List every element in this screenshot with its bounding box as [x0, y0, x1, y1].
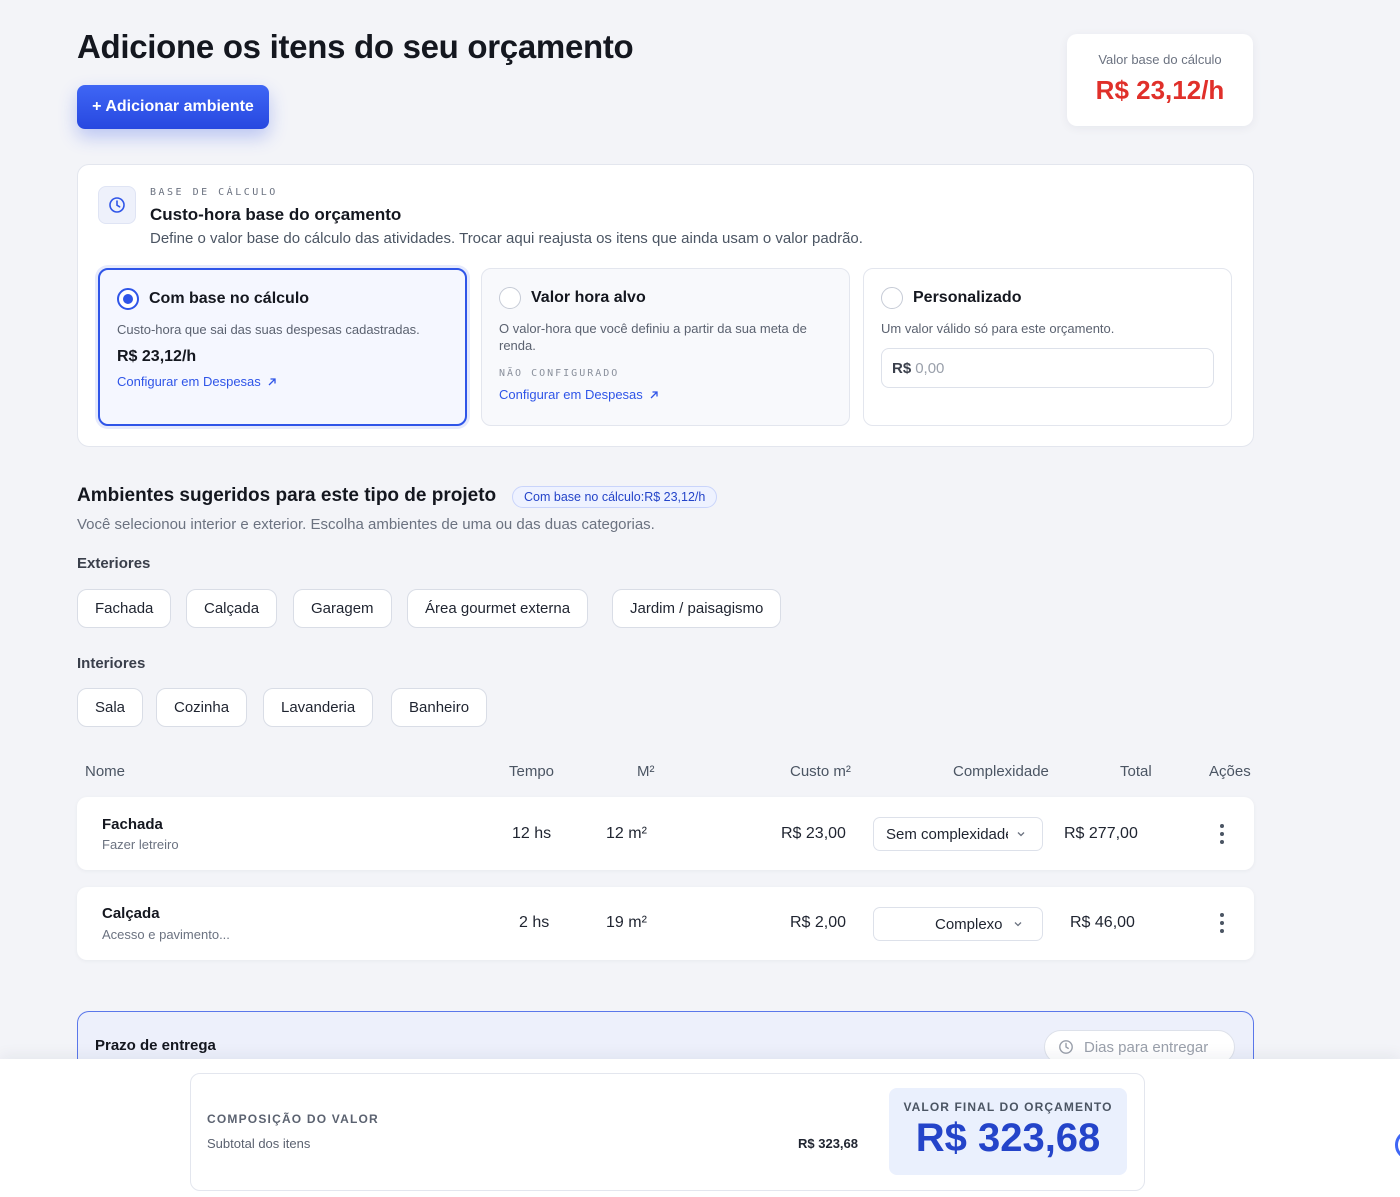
- option-price: R$ 23,12/h: [117, 348, 197, 365]
- more-vertical-icon[interactable]: [1214, 913, 1230, 933]
- chip-fachada[interactable]: Fachada: [77, 589, 172, 628]
- row-cost: R$ 2,00: [790, 914, 847, 931]
- complexity-select[interactable]: Complexo: [873, 907, 1043, 941]
- col-header-time: Tempo: [509, 763, 555, 780]
- interior-label: Interiores: [77, 655, 146, 672]
- final-value-label: VALOR FINAL DO ORÇAMENTO: [903, 1100, 1113, 1114]
- complexity-value: Complexo: [935, 915, 1003, 933]
- suggestions-title: Ambientes sugeridos para este tipo de pr…: [77, 485, 497, 506]
- exterior-label: Exteriores: [77, 555, 151, 572]
- chip-jardim[interactable]: Jardim / paisagismo: [612, 589, 782, 628]
- complexity-select[interactable]: Sem complexidade: [873, 817, 1043, 851]
- clock-icon: [1059, 1040, 1073, 1054]
- calc-title: Custo-hora base do orçamento: [150, 205, 402, 224]
- chip-sala[interactable]: Sala: [77, 688, 144, 727]
- chip-calcada[interactable]: Calçada: [186, 589, 278, 628]
- calc-description: Define o valor base do cálculo das ativi…: [150, 230, 863, 247]
- final-value-amount: R$ 323,68: [915, 1116, 1101, 1160]
- chip-garagem[interactable]: Garagem: [293, 589, 392, 628]
- col-header-cost: Custo m²: [790, 763, 851, 780]
- radio-unselected[interactable]: [499, 287, 521, 309]
- col-header-area: M²: [637, 763, 655, 780]
- custom-rate-input[interactable]: R$ 0,00: [881, 348, 1214, 388]
- row-name: Fachada: [102, 816, 163, 833]
- row-time: 12 hs: [512, 825, 552, 842]
- more-vertical-icon[interactable]: [1214, 824, 1230, 844]
- radio-unselected[interactable]: [881, 287, 903, 309]
- row-total: R$ 277,00: [1064, 825, 1138, 842]
- calc-eyebrow: BASE DE CÁLCULO: [150, 187, 278, 198]
- col-header-name: Nome: [85, 763, 126, 780]
- delivery-days-placeholder: Dias para entregar: [1084, 1038, 1209, 1056]
- option-description: Custo-hora que sai das suas despesas cad…: [117, 322, 420, 337]
- add-environment-button[interactable]: + Adicionar ambiente: [77, 85, 269, 129]
- chevron-down-icon: [1014, 922, 1021, 927]
- row-total: R$ 46,00: [1070, 914, 1135, 931]
- row-cost: R$ 23,00: [781, 825, 846, 842]
- calc-base-badge: Com base no cálculo:R$ 23,12/h: [512, 486, 718, 508]
- external-link-icon: [650, 390, 658, 398]
- composition-eyebrow: COMPOSIÇÃO DO VALOR: [207, 1112, 379, 1126]
- external-link-icon: [268, 377, 276, 385]
- complexity-value: Sem complexidade: [886, 825, 1008, 843]
- col-header-complexity: Complexidade: [953, 763, 1049, 780]
- chip-cozinha[interactable]: Cozinha: [156, 688, 248, 727]
- row-area: 19 m²: [606, 914, 647, 931]
- chip-lavanderia[interactable]: Lavanderia: [263, 688, 374, 727]
- row-description: Fazer letreiro: [102, 837, 179, 852]
- chip-area-gourmet[interactable]: Área gourmet externa: [407, 589, 589, 628]
- row-time: 2 hs: [519, 914, 550, 931]
- input-placeholder: 0,00: [915, 359, 945, 377]
- option-title: Valor hora alvo: [531, 289, 646, 306]
- option-description: O valor-hora que você definiu a partir d…: [499, 321, 807, 353]
- row-description: Acesso e pavimento...: [102, 927, 230, 942]
- base-value-label: Valor base do cálculo: [1098, 52, 1222, 67]
- chevron-down-icon: [1017, 832, 1025, 837]
- option-valor-hora-alvo[interactable]: Valor hora alvo O valor-hora que você de…: [481, 268, 850, 426]
- clock-icon: [98, 186, 136, 224]
- currency-prefix: R$: [892, 359, 912, 377]
- delivery-deadline-label: Prazo de entrega: [95, 1037, 216, 1054]
- base-value-card: Valor base do cálculo R$ 23,12/h: [1067, 34, 1253, 126]
- row-area: 12 m²: [606, 825, 647, 842]
- row-name: Calçada: [102, 905, 160, 922]
- option-title: Personalizado: [913, 289, 1022, 306]
- option-com-base-calculo[interactable]: Com base no cálculo Custo-hora que sai d…: [98, 268, 467, 426]
- configure-expenses-link[interactable]: Configurar em Despesas: [117, 374, 277, 389]
- not-configured-status: NÃO CONFIGURADO: [499, 368, 620, 379]
- col-header-actions: Ações: [1209, 763, 1251, 780]
- option-title: Com base no cálculo: [149, 290, 310, 307]
- option-description: Um valor válido só para este orçamento.: [881, 321, 1115, 336]
- link-label: Configurar em Despesas: [117, 374, 261, 389]
- subtotal-label: Subtotal dos itens: [207, 1136, 311, 1151]
- configure-expenses-link[interactable]: Configurar em Despesas: [499, 387, 659, 402]
- link-label: Configurar em Despesas: [499, 387, 643, 402]
- col-header-total: Total: [1120, 763, 1152, 780]
- option-personalizado[interactable]: Personalizado Um valor válido só para es…: [863, 268, 1232, 426]
- chip-banheiro[interactable]: Banheiro: [391, 688, 488, 727]
- final-value-box: VALOR FINAL DO ORÇAMENTO R$ 323,68: [889, 1088, 1127, 1175]
- base-value-amount: R$ 23,12/h: [1095, 75, 1225, 105]
- radio-selected[interactable]: [117, 288, 139, 310]
- suggestions-description: Você selecionou interior e exterior. Esc…: [77, 516, 655, 533]
- subtotal-value: R$ 323,68: [798, 1136, 858, 1151]
- page-title: Adicione os itens do seu orçamento: [77, 28, 634, 65]
